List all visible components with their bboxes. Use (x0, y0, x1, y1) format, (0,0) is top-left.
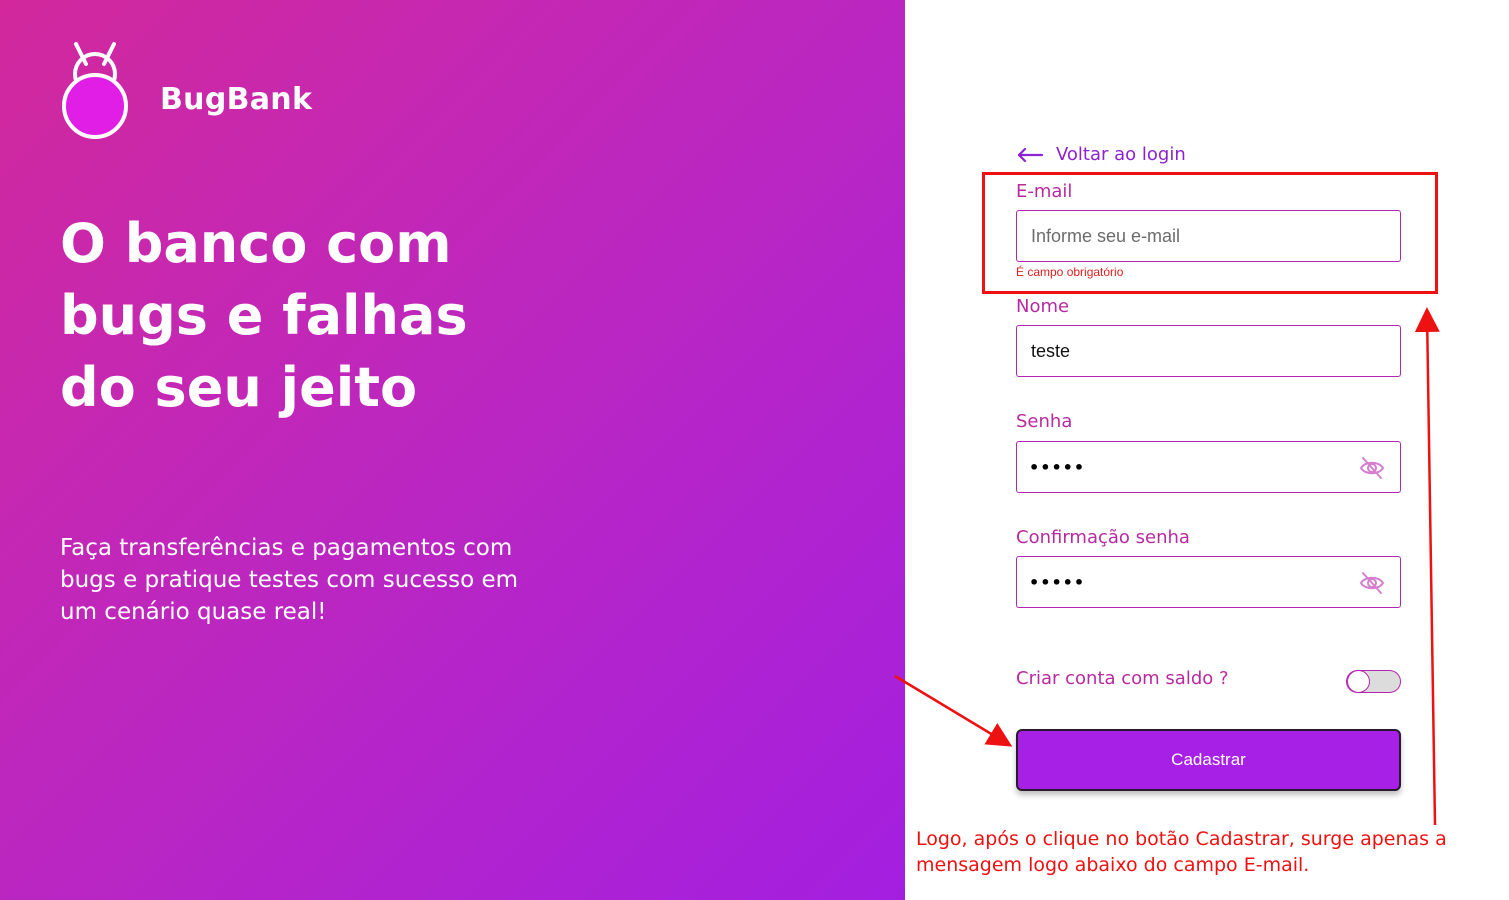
arrow-left-icon (1017, 147, 1044, 162)
subtext-line: Faça transferências e pagamentos com (60, 535, 513, 561)
annotation-line: mensagem logo abaixo do campo E-mail. (916, 854, 1310, 876)
password-confirm-label: Confirmação senha (1016, 527, 1190, 548)
hero-subtext: Faça transferências e pagamentos com bug… (60, 532, 560, 628)
hero-panel: BugBank O banco com bugs e falhas do seu… (0, 0, 905, 900)
annotation-note: Logo, após o clique no botão Cadastrar, … (916, 826, 1456, 878)
balance-toggle-label: Criar conta com saldo ? (1016, 668, 1229, 689)
brand-name: BugBank (160, 82, 313, 117)
hero-headline: O banco com bugs e falhas do seu jeito (60, 208, 580, 424)
balance-toggle[interactable] (1346, 670, 1401, 693)
subtext-line: bugs e pratique testes com sucesso em (60, 567, 519, 593)
annotation-highlight-box (982, 172, 1438, 294)
password-label: Senha (1016, 411, 1073, 432)
annotation-line: Logo, após o clique no botão Cadastrar, … (916, 828, 1447, 850)
name-label: Nome (1016, 296, 1070, 317)
toggle-knob (1347, 670, 1370, 693)
back-link-label: Voltar ao login (1056, 144, 1186, 165)
eye-off-icon[interactable] (1358, 569, 1386, 597)
eye-off-icon[interactable] (1358, 454, 1386, 482)
bug-logo-icon (62, 42, 128, 139)
headline-line: do seu jeito (60, 356, 418, 419)
password-value[interactable]: ••••• (1029, 458, 1085, 477)
name-field[interactable] (1016, 325, 1401, 377)
headline-line: O banco com (60, 212, 452, 275)
register-button[interactable]: Cadastrar (1016, 729, 1401, 791)
password-confirm-field[interactable]: ••••• (1016, 556, 1401, 608)
password-confirm-value[interactable]: ••••• (1029, 573, 1085, 592)
headline-line: bugs e falhas (60, 284, 468, 347)
password-field[interactable]: ••••• (1016, 441, 1401, 493)
back-to-login-link[interactable]: Voltar ao login (1016, 144, 1186, 165)
name-input[interactable] (1029, 339, 1388, 363)
subtext-line: um cenário quase real! (60, 599, 327, 625)
